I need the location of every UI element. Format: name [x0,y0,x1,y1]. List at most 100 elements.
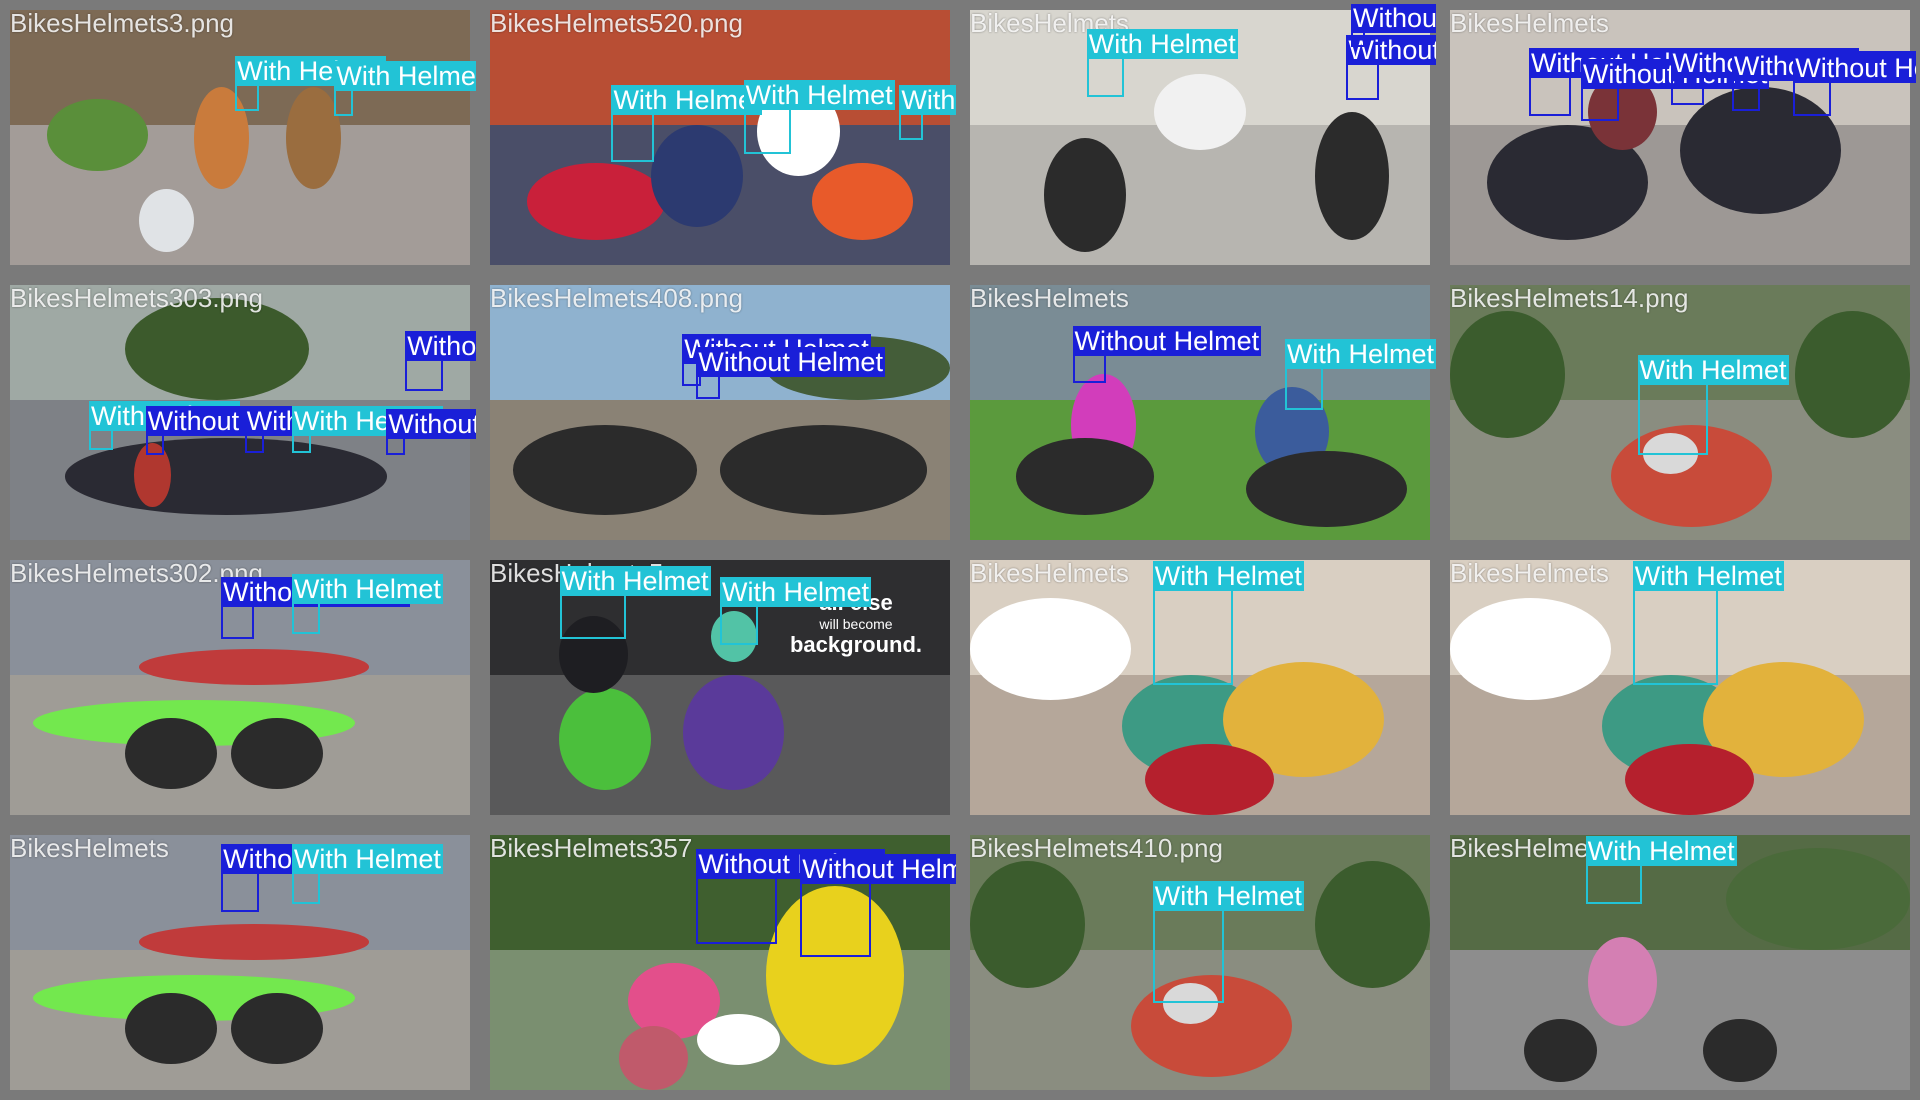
ad-text-line: will become [819,616,893,632]
scene-shape [1795,310,1910,438]
scene-image [10,10,470,265]
scene-shape [651,124,743,227]
scene-shape [1246,450,1407,528]
scene-shape [1450,310,1565,438]
result-tile: BikesHelmets520.png With Helmet With Helme… [480,0,960,275]
scene-image [1450,835,1910,1090]
detection-label: Without Helmet [800,854,956,885]
result-tile: BikesHelmets410.png With Helmet [960,825,1440,1100]
filename-label: BikesHelmets [10,833,169,863]
detection-label: With Helmet [720,576,872,607]
without-helmet-box: Without Helmet [1528,48,1718,117]
scene-shape [618,1026,688,1090]
detection-label: With Helmet [559,566,711,597]
scene-shape [1154,73,1246,151]
result-tile: BikesHelmets With Helmet [1440,550,1920,825]
with-helmet-box: With Helmet [1152,560,1304,685]
filename-label: BikesHelmets408.png [490,283,743,313]
with-helmet-box: With Helmet [88,400,240,450]
with-helmet-box: With Helmet [743,80,895,154]
with-helmet-box: With Helmet [291,574,443,635]
scene-shape [970,598,1131,701]
detection-label: With Helmet [743,80,895,111]
filename-label: BikesHelmets3.png [10,8,234,38]
result-tile: BikesHelmets Without Helmet With Helmet [960,275,1440,550]
with-helmet-box: With Helmet [334,61,476,117]
scene-shape [138,649,369,685]
detection-label: With Helmet [1284,339,1436,370]
with-helmet-box: With Helmet [1152,881,1304,1003]
scene-shape [697,1013,780,1065]
filename-label: BikesHelmets [1450,8,1609,38]
result-tile: BikesHelmets142.png With Helmet [1440,825,1920,1100]
scene-shape [812,163,914,240]
filename-label: BikesHelmets303.png [10,283,263,313]
result-tile: BikesHelmetsWith HelmetWithout HelmetWit… [960,0,1440,275]
without-helmet-box: Without Helmet [1793,53,1916,117]
filename-label: BikesHelmets410.png [970,833,1223,863]
scene-shape [970,860,1085,988]
without-helmet-box: Without Helmet [1072,325,1262,384]
without-helmet-box: Without Helmet [696,849,885,944]
result-tile: BikesHelmetsWithout HelmetWith Helmet [0,825,480,1100]
result-tile: BikesHelmets14.png With Helmet [1440,275,1920,550]
scene-shape [1315,860,1430,988]
detection-label: With Helmet [334,61,476,92]
with-helmet-box: With Helmet [1637,355,1789,456]
detection-label: With Helmet [1086,29,1238,60]
without-helmet-box: Without Helmet [221,843,410,912]
filename-label: BikesHelmets [970,558,1129,588]
filename-label: BikesHelmets14.png [1450,283,1689,313]
result-tile: all elsewill becomebackground.BikesHelme… [480,550,960,825]
with-helmet-box: With Helmet [559,566,711,640]
scene-image [490,285,950,540]
without-helmet-box: Without Helmet [696,347,885,400]
without-helmet-box: Without Helmet [221,576,410,640]
detection-results-grid: BikesHelmets3.png With Helmet With Helmet B… [0,0,1920,1100]
scene-shape [683,674,785,790]
result-tile: BikesHelmets408.pngWithout HelmetWithout… [480,275,960,550]
scene-shape [1523,1018,1598,1083]
scene-shape [138,188,194,253]
scene-shape [1588,937,1657,1027]
filename-label: BikesHelmets [970,283,1129,313]
scene-ground [1450,949,1910,1090]
result-tile: BikesHelmets With Helmet [960,550,1440,825]
without-helmet-box: Without Helmet [1351,4,1436,47]
detection-label: Without Helmet [386,408,476,439]
scene-shape [1016,438,1154,515]
with-helmet-box: With Helmet [899,85,956,141]
result-tile: BikesHelmets357 Without Helmet Without Hel… [480,825,960,1100]
scene-shape [526,163,665,240]
scene-shape [65,438,388,515]
scene-shape [720,425,927,515]
without-helmet-box: Without Helmet [1580,58,1770,122]
with-helmet-box: With Helmet [1585,835,1737,904]
scene-shape [286,86,342,189]
detection-label: With Helmet [1585,835,1737,866]
scene-shape [1703,1018,1777,1083]
scene-shape [46,99,148,171]
detection-label: Without Helmet [1793,53,1916,84]
result-tile: BikesHelmets302.pngWithout HelmetWith He… [0,550,480,825]
scene-shape [1144,743,1274,815]
scene-image [970,285,1430,540]
with-helmet-box: With Helmet [611,85,763,162]
scene-shape [1624,743,1754,815]
without-helmet-box: Without Helmet [800,854,956,958]
without-helmet-box: Without Helmet [1346,34,1436,101]
with-helmet-box: With Helmet [235,56,387,111]
without-helmet-box: Without Helmet [405,331,476,392]
scene-shape [1450,598,1611,701]
ad-text-line: background. [789,632,922,657]
with-helmet-box: With Helmet [291,405,443,453]
detection-label: Without Helmet [696,347,885,378]
detection-label: Without Helmet [405,331,476,362]
without-helmet-box: Without Helmet [1670,48,1860,106]
without-helmet-box: Without Helmet [386,408,476,456]
scene-shape [559,687,651,790]
scene-shape [513,425,697,515]
detection-label: With Helmet [1632,560,1784,591]
detection-label: With Helmet [611,85,763,116]
scene-shape [1043,137,1127,253]
